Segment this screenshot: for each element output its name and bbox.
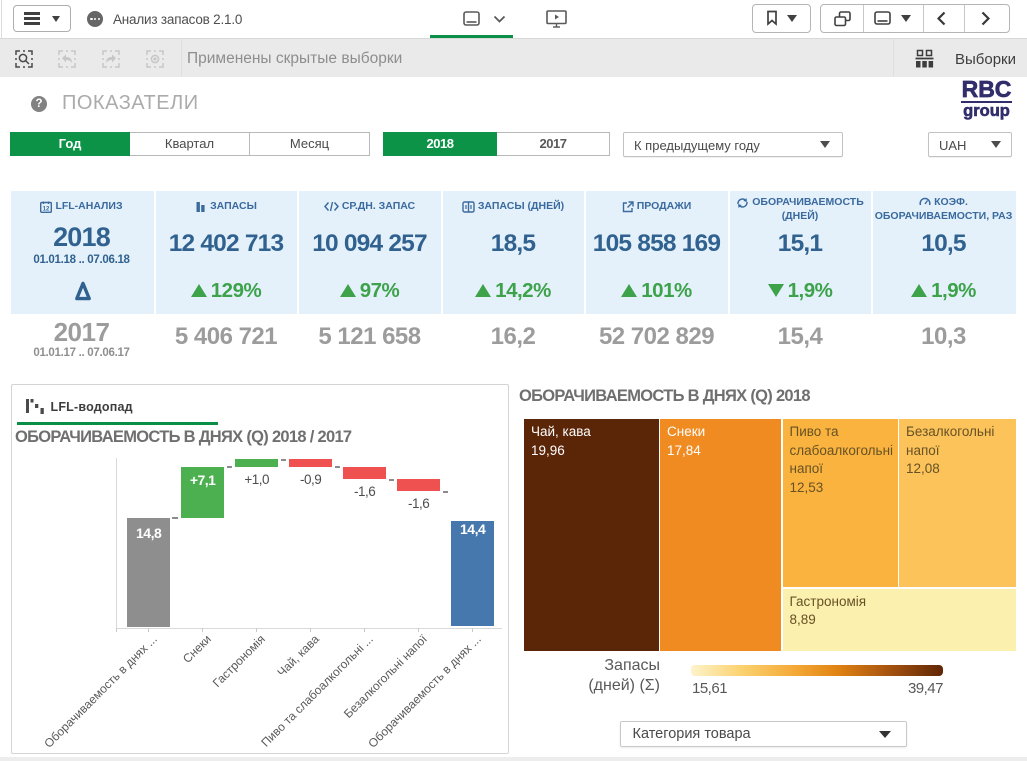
svg-text:12: 12 bbox=[43, 207, 50, 213]
